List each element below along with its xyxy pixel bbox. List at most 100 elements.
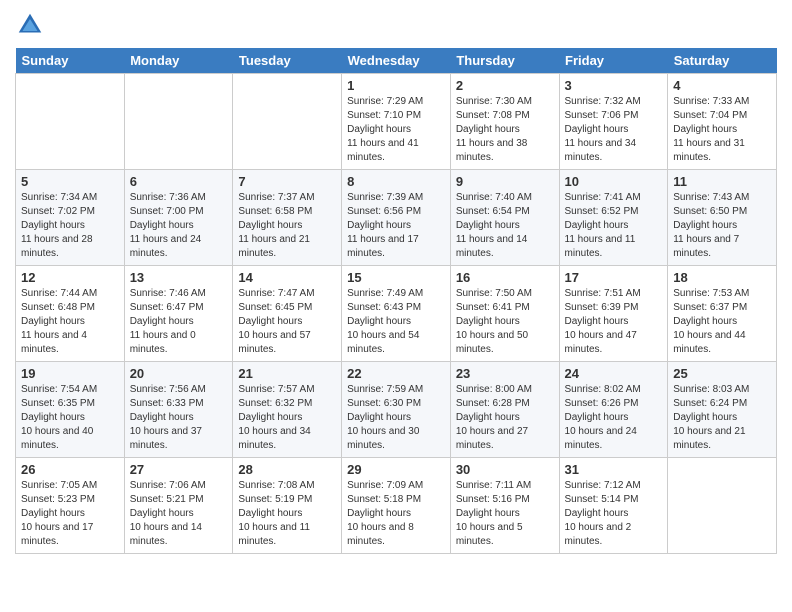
day-number: 7	[238, 174, 336, 189]
day-info: Sunrise: 7:41 AM Sunset: 6:52 PM Dayligh…	[565, 191, 663, 261]
day-number: 14	[238, 270, 336, 285]
day-cell: 13 Sunrise: 7:46 AM Sunset: 6:47 PM Dayl…	[124, 266, 233, 362]
day-cell: 9 Sunrise: 7:40 AM Sunset: 6:54 PM Dayli…	[450, 170, 559, 266]
day-info: Sunrise: 7:39 AM Sunset: 6:56 PM Dayligh…	[347, 191, 445, 261]
weekday-header-thursday: Thursday	[450, 48, 559, 74]
day-info: Sunrise: 7:46 AM Sunset: 6:47 PM Dayligh…	[130, 287, 228, 357]
day-cell: 17 Sunrise: 7:51 AM Sunset: 6:39 PM Dayl…	[559, 266, 668, 362]
day-cell: 30 Sunrise: 7:11 AM Sunset: 5:16 PM Dayl…	[450, 458, 559, 554]
day-info: Sunrise: 7:50 AM Sunset: 6:41 PM Dayligh…	[456, 287, 554, 357]
day-cell: 4 Sunrise: 7:33 AM Sunset: 7:04 PM Dayli…	[668, 74, 777, 170]
day-cell	[233, 74, 342, 170]
day-info: Sunrise: 7:40 AM Sunset: 6:54 PM Dayligh…	[456, 191, 554, 261]
day-number: 28	[238, 462, 336, 477]
day-cell: 23 Sunrise: 8:00 AM Sunset: 6:28 PM Dayl…	[450, 362, 559, 458]
day-info: Sunrise: 7:43 AM Sunset: 6:50 PM Dayligh…	[673, 191, 771, 261]
day-cell: 10 Sunrise: 7:41 AM Sunset: 6:52 PM Dayl…	[559, 170, 668, 266]
week-row-3: 12 Sunrise: 7:44 AM Sunset: 6:48 PM Dayl…	[16, 266, 777, 362]
day-cell: 2 Sunrise: 7:30 AM Sunset: 7:08 PM Dayli…	[450, 74, 559, 170]
day-info: Sunrise: 8:00 AM Sunset: 6:28 PM Dayligh…	[456, 383, 554, 453]
day-number: 16	[456, 270, 554, 285]
day-cell: 15 Sunrise: 7:49 AM Sunset: 6:43 PM Dayl…	[342, 266, 451, 362]
day-cell: 24 Sunrise: 8:02 AM Sunset: 6:26 PM Dayl…	[559, 362, 668, 458]
week-row-5: 26 Sunrise: 7:05 AM Sunset: 5:23 PM Dayl…	[16, 458, 777, 554]
day-number: 26	[21, 462, 119, 477]
day-number: 11	[673, 174, 771, 189]
day-info: Sunrise: 7:56 AM Sunset: 6:33 PM Dayligh…	[130, 383, 228, 453]
day-info: Sunrise: 7:44 AM Sunset: 6:48 PM Dayligh…	[21, 287, 119, 357]
day-cell: 20 Sunrise: 7:56 AM Sunset: 6:33 PM Dayl…	[124, 362, 233, 458]
day-info: Sunrise: 7:12 AM Sunset: 5:14 PM Dayligh…	[565, 479, 663, 549]
weekday-header-sunday: Sunday	[16, 48, 125, 74]
logo-icon	[15, 10, 45, 40]
day-info: Sunrise: 7:36 AM Sunset: 7:00 PM Dayligh…	[130, 191, 228, 261]
day-cell	[668, 458, 777, 554]
day-number: 30	[456, 462, 554, 477]
week-row-2: 5 Sunrise: 7:34 AM Sunset: 7:02 PM Dayli…	[16, 170, 777, 266]
day-number: 24	[565, 366, 663, 381]
day-number: 5	[21, 174, 119, 189]
day-cell: 28 Sunrise: 7:08 AM Sunset: 5:19 PM Dayl…	[233, 458, 342, 554]
day-cell: 29 Sunrise: 7:09 AM Sunset: 5:18 PM Dayl…	[342, 458, 451, 554]
day-number: 2	[456, 78, 554, 93]
day-number: 22	[347, 366, 445, 381]
page-header	[15, 10, 777, 40]
day-number: 9	[456, 174, 554, 189]
day-cell: 5 Sunrise: 7:34 AM Sunset: 7:02 PM Dayli…	[16, 170, 125, 266]
calendar-header: SundayMondayTuesdayWednesdayThursdayFrid…	[16, 48, 777, 74]
day-number: 17	[565, 270, 663, 285]
day-number: 1	[347, 78, 445, 93]
day-number: 6	[130, 174, 228, 189]
week-row-4: 19 Sunrise: 7:54 AM Sunset: 6:35 PM Dayl…	[16, 362, 777, 458]
day-cell	[16, 74, 125, 170]
calendar-body: 1 Sunrise: 7:29 AM Sunset: 7:10 PM Dayli…	[16, 74, 777, 554]
day-cell: 8 Sunrise: 7:39 AM Sunset: 6:56 PM Dayli…	[342, 170, 451, 266]
day-number: 31	[565, 462, 663, 477]
day-number: 4	[673, 78, 771, 93]
weekday-header-tuesday: Tuesday	[233, 48, 342, 74]
day-number: 25	[673, 366, 771, 381]
day-cell: 25 Sunrise: 8:03 AM Sunset: 6:24 PM Dayl…	[668, 362, 777, 458]
day-number: 20	[130, 366, 228, 381]
day-number: 10	[565, 174, 663, 189]
day-info: Sunrise: 7:59 AM Sunset: 6:30 PM Dayligh…	[347, 383, 445, 453]
page-container: SundayMondayTuesdayWednesdayThursdayFrid…	[0, 0, 792, 564]
day-number: 19	[21, 366, 119, 381]
day-info: Sunrise: 7:47 AM Sunset: 6:45 PM Dayligh…	[238, 287, 336, 357]
day-info: Sunrise: 7:29 AM Sunset: 7:10 PM Dayligh…	[347, 95, 445, 165]
calendar-table: SundayMondayTuesdayWednesdayThursdayFrid…	[15, 48, 777, 554]
day-info: Sunrise: 7:06 AM Sunset: 5:21 PM Dayligh…	[130, 479, 228, 549]
day-info: Sunrise: 7:08 AM Sunset: 5:19 PM Dayligh…	[238, 479, 336, 549]
day-info: Sunrise: 7:32 AM Sunset: 7:06 PM Dayligh…	[565, 95, 663, 165]
day-cell: 3 Sunrise: 7:32 AM Sunset: 7:06 PM Dayli…	[559, 74, 668, 170]
day-info: Sunrise: 7:54 AM Sunset: 6:35 PM Dayligh…	[21, 383, 119, 453]
day-cell: 31 Sunrise: 7:12 AM Sunset: 5:14 PM Dayl…	[559, 458, 668, 554]
day-cell: 27 Sunrise: 7:06 AM Sunset: 5:21 PM Dayl…	[124, 458, 233, 554]
day-info: Sunrise: 7:37 AM Sunset: 6:58 PM Dayligh…	[238, 191, 336, 261]
day-number: 3	[565, 78, 663, 93]
day-cell: 16 Sunrise: 7:50 AM Sunset: 6:41 PM Dayl…	[450, 266, 559, 362]
day-info: Sunrise: 7:53 AM Sunset: 6:37 PM Dayligh…	[673, 287, 771, 357]
day-info: Sunrise: 7:09 AM Sunset: 5:18 PM Dayligh…	[347, 479, 445, 549]
weekday-row: SundayMondayTuesdayWednesdayThursdayFrid…	[16, 48, 777, 74]
day-cell	[124, 74, 233, 170]
day-number: 29	[347, 462, 445, 477]
logo	[15, 10, 49, 40]
day-cell: 21 Sunrise: 7:57 AM Sunset: 6:32 PM Dayl…	[233, 362, 342, 458]
day-info: Sunrise: 7:57 AM Sunset: 6:32 PM Dayligh…	[238, 383, 336, 453]
day-info: Sunrise: 7:34 AM Sunset: 7:02 PM Dayligh…	[21, 191, 119, 261]
day-info: Sunrise: 8:03 AM Sunset: 6:24 PM Dayligh…	[673, 383, 771, 453]
day-number: 18	[673, 270, 771, 285]
weekday-header-friday: Friday	[559, 48, 668, 74]
day-info: Sunrise: 7:49 AM Sunset: 6:43 PM Dayligh…	[347, 287, 445, 357]
day-cell: 22 Sunrise: 7:59 AM Sunset: 6:30 PM Dayl…	[342, 362, 451, 458]
day-info: Sunrise: 8:02 AM Sunset: 6:26 PM Dayligh…	[565, 383, 663, 453]
day-cell: 6 Sunrise: 7:36 AM Sunset: 7:00 PM Dayli…	[124, 170, 233, 266]
day-number: 8	[347, 174, 445, 189]
day-cell: 19 Sunrise: 7:54 AM Sunset: 6:35 PM Dayl…	[16, 362, 125, 458]
day-number: 15	[347, 270, 445, 285]
day-cell: 1 Sunrise: 7:29 AM Sunset: 7:10 PM Dayli…	[342, 74, 451, 170]
day-info: Sunrise: 7:33 AM Sunset: 7:04 PM Dayligh…	[673, 95, 771, 165]
day-cell: 18 Sunrise: 7:53 AM Sunset: 6:37 PM Dayl…	[668, 266, 777, 362]
day-info: Sunrise: 7:30 AM Sunset: 7:08 PM Dayligh…	[456, 95, 554, 165]
